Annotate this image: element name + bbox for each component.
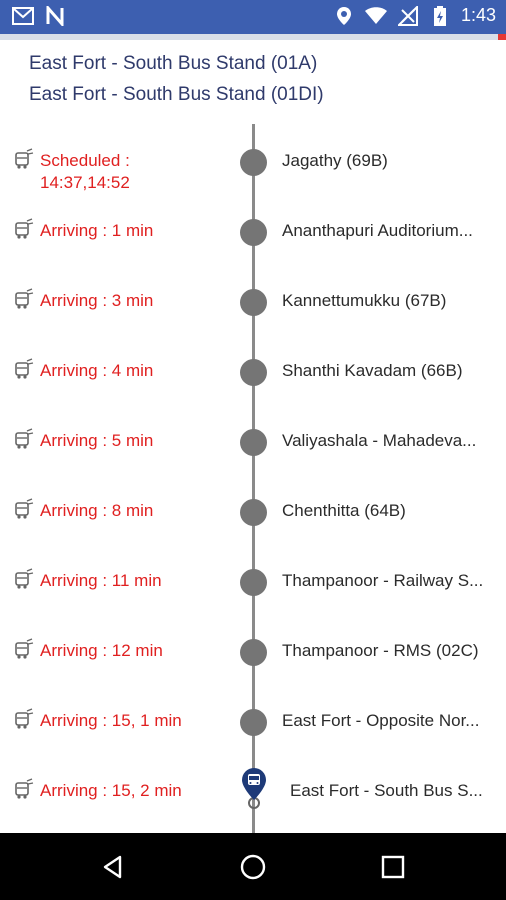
status-right-icons: 1:43	[333, 5, 496, 26]
stop-dot	[240, 149, 267, 176]
stop-name: Thampanoor - Railway S...	[282, 571, 484, 590]
arrival-status: Scheduled : 14:37,14:52	[40, 151, 130, 192]
wifi-icon	[364, 6, 387, 26]
recents-icon[interactable]	[373, 847, 413, 887]
arrival-status: Arriving : 4 min	[40, 361, 154, 380]
list-item[interactable]: Arriving : 11 min Thampanoor - Railway S…	[0, 568, 506, 640]
stop-dot	[240, 569, 267, 596]
stop-dot	[240, 639, 267, 666]
status-time: 1:43	[460, 5, 496, 25]
stop-dot	[240, 499, 267, 526]
route-name-2: East Fort - South Bus Stand (01DI)	[29, 84, 324, 105]
list-item[interactable]: Arriving : 12 min Thampanoor - RMS (02C)	[0, 638, 506, 710]
stop-dot	[240, 709, 267, 736]
bus-icon	[12, 288, 34, 310]
arrival-status: Arriving : 3 min	[40, 291, 154, 310]
battery-icon	[429, 5, 451, 26]
bus-icon	[12, 638, 34, 660]
arrival-status: Arriving : 8 min	[40, 501, 154, 520]
route-name-1: East Fort - South Bus Stand (01A)	[29, 53, 318, 74]
status-bar: 1:43	[0, 0, 506, 34]
arrival-status: Arriving : 12 min	[40, 641, 163, 660]
list-item[interactable]: Arriving : 1 min Ananthapuri Auditorium.…	[0, 218, 506, 290]
location-icon	[333, 6, 355, 26]
bus-icon	[12, 358, 34, 380]
list-item[interactable]: Scheduled : 14:37,14:52 Jagathy (69B)	[0, 148, 506, 220]
stop-name: Valiyashala - Mahadeva...	[282, 431, 477, 450]
arrival-status: Arriving : 15, 1 min	[40, 711, 182, 730]
bus-icon	[12, 148, 34, 170]
stop-name: Kannettumukku (67B)	[282, 291, 447, 310]
stop-dot	[240, 359, 267, 386]
stop-name: Shanthi Kavadam (66B)	[282, 361, 463, 380]
list-item[interactable]: Arriving : 3 min Kannettumukku (67B)	[0, 288, 506, 360]
bus-location-marker-icon	[238, 766, 270, 810]
list-item[interactable]: Arriving : 8 min Chenthitta (64B)	[0, 498, 506, 570]
list-item[interactable]: Arriving : 4 min Shanthi Kavadam (66B)	[0, 358, 506, 430]
stop-name: East Fort - Opposite Nor...	[282, 711, 480, 730]
arrival-status: Arriving : 5 min	[40, 431, 154, 450]
stop-dot	[240, 289, 267, 316]
bus-icon	[12, 218, 34, 240]
status-left-icons	[12, 6, 66, 26]
stop-name: Thampanoor - RMS (02C)	[282, 641, 479, 660]
bus-icon	[12, 708, 34, 730]
bus-icon	[12, 778, 34, 800]
stop-name: East Fort - South Bus S...	[290, 781, 483, 800]
stop-dot	[240, 429, 267, 456]
back-icon[interactable]	[93, 847, 133, 887]
stop-list[interactable]: Scheduled : 14:37,14:52 Jagathy (69B) Ar…	[0, 124, 506, 834]
arrival-status: Arriving : 1 min	[40, 221, 154, 240]
route-header: East Fort - South Bus Stand (01A) East F…	[0, 40, 506, 124]
navigation-bar	[0, 833, 506, 900]
bus-icon	[12, 428, 34, 450]
arrival-status: Arriving : 11 min	[40, 571, 162, 590]
stop-name: Chenthitta (64B)	[282, 501, 406, 520]
gmail-icon	[12, 6, 34, 26]
bus-icon	[12, 568, 34, 590]
n-app-icon	[44, 6, 66, 26]
list-item[interactable]: Arriving : 5 min Valiyashala - Mahadeva.…	[0, 428, 506, 500]
arrival-status: Arriving : 15, 2 min	[40, 781, 182, 800]
stop-name: Jagathy (69B)	[282, 151, 388, 170]
stop-name: Ananthapuri Auditorium...	[282, 221, 473, 240]
home-icon[interactable]	[233, 847, 273, 887]
bus-icon	[12, 498, 34, 520]
signal-icon	[397, 5, 419, 26]
stop-dot	[240, 219, 267, 246]
